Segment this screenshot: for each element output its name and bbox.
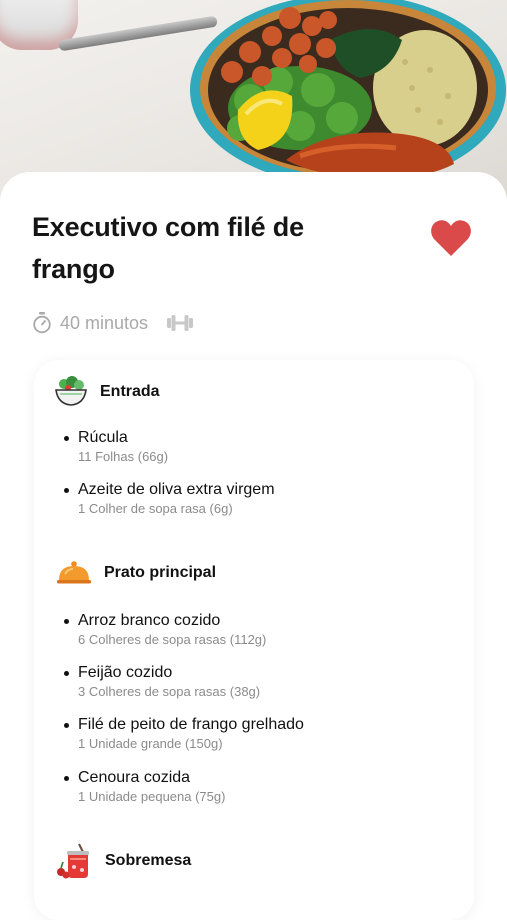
section-title: Entrada [100, 383, 160, 400]
bullet [64, 671, 69, 676]
bullet [64, 619, 69, 624]
bullet [64, 723, 69, 728]
ingredient-name: Feijão cozido [78, 664, 173, 681]
ingredient-quantity: 3 Colheres de sopa rasas (38g) [78, 684, 261, 699]
ingredient-name: Filé de peito de frango grelhado [78, 716, 304, 733]
ingredient-name: Cenoura cozida [78, 769, 191, 786]
ingredient-name: Arroz branco cozido [78, 612, 221, 629]
section-sobremesa-header: Sobremesa [55, 842, 191, 880]
section-title: Prato principal [104, 564, 217, 581]
ingredient-quantity: 11 Folhas (66g) [78, 449, 169, 464]
bullet [64, 776, 69, 781]
dumbbell-icon [166, 314, 194, 332]
prep-time: 40 minutos [60, 312, 149, 333]
section-entrada-header: Entrada [54, 375, 160, 409]
ingredient-name: Azeite de oliva extra virgem [78, 481, 275, 498]
fruit-jar-icon [57, 843, 89, 879]
bullet [64, 436, 69, 441]
salad-bowl-icon [55, 376, 87, 406]
ingredient-name: Rúcula [78, 429, 128, 446]
food-bowl [190, 0, 506, 186]
ingredient-quantity: 1 Unidade pequena (75g) [78, 789, 226, 804]
heart-icon[interactable] [430, 218, 472, 258]
stopwatch-icon [33, 312, 51, 334]
ingredient-quantity: 1 Unidade grande (150g) [78, 736, 223, 751]
recipe-photo [0, 0, 507, 200]
ingredient-quantity: 6 Colheres de sopa rasas (112g) [78, 632, 267, 647]
section-title: Sobremesa [105, 852, 192, 869]
ingredient-quantity: 1 Colher de sopa rasa (6g) [78, 501, 233, 516]
bullet [64, 488, 69, 493]
cloche-icon [57, 561, 91, 584]
recipe-title: Executivo com filé de frango [32, 212, 304, 284]
recipe-meta: 40 minutos [32, 310, 194, 336]
section-prato-principal-header: Prato principal [56, 558, 216, 588]
